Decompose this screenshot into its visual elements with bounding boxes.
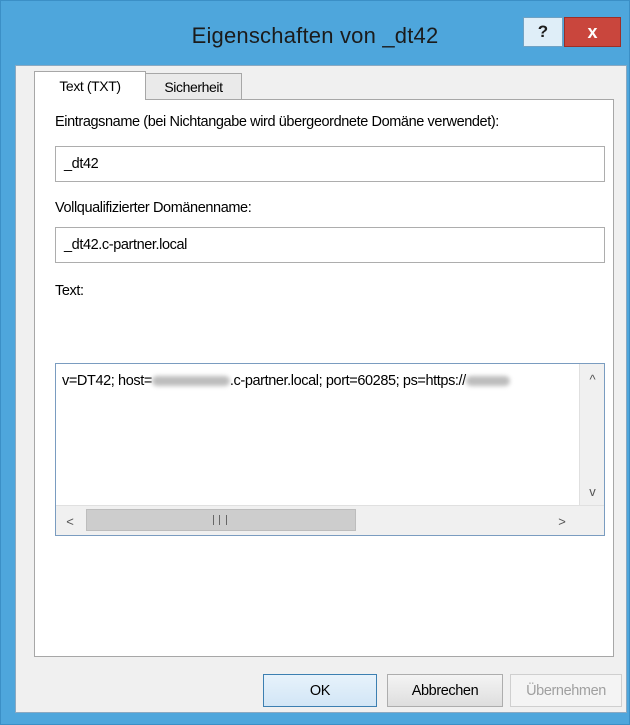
entry-name-input[interactable]: _dt42 xyxy=(55,146,605,182)
dialog-client-area: Text (TXT) Sicherheit Eintragsname (bei … xyxy=(15,65,627,713)
tab-text-txt[interactable]: Text (TXT) xyxy=(34,71,146,100)
tab-label: Text (TXT) xyxy=(59,78,121,94)
ok-button[interactable]: OK xyxy=(263,674,377,707)
entry-name-label: Eintragsname (bei Nichtangabe wird überg… xyxy=(55,114,499,130)
help-button[interactable]: ? xyxy=(523,17,563,47)
text-value-rest: .c-partner.local; port=60285; ps=https:/… xyxy=(229,373,466,389)
grip-icon xyxy=(213,515,227,525)
help-icon: ? xyxy=(537,22,549,41)
text-value-start: v=DT42; host= xyxy=(62,373,152,389)
fqdn-label: Vollqualifizierter Domänenname: xyxy=(55,200,252,216)
fqdn-input[interactable]: _dt42.c-partner.local xyxy=(55,227,605,263)
horizontal-scrollbar[interactable]: < > xyxy=(56,505,604,535)
redacted-hostname xyxy=(151,376,230,387)
close-icon: x xyxy=(587,21,598,42)
tab-panel: Eintragsname (bei Nichtangabe wird überg… xyxy=(34,99,614,657)
title-bar[interactable]: Eigenschaften von _dt42 ? x xyxy=(1,1,629,63)
text-textarea[interactable]: v=DT42; host= .c-partner.local; port=6028… xyxy=(55,363,605,536)
scroll-down-icon[interactable]: v xyxy=(580,482,604,500)
apply-button[interactable]: Übernehmen xyxy=(510,674,622,707)
scroll-up-icon[interactable]: ^ xyxy=(580,370,604,388)
text-value: v=DT42; host= .c-partner.local; port=6028… xyxy=(62,373,510,389)
scroll-left-icon[interactable]: < xyxy=(60,510,80,532)
text-label: Text: xyxy=(55,283,84,299)
redacted-url xyxy=(465,376,510,387)
close-button[interactable]: x xyxy=(564,17,621,47)
tab-security[interactable]: Sicherheit xyxy=(146,73,242,100)
horizontal-scroll-thumb[interactable] xyxy=(86,509,356,531)
tab-label: Sicherheit xyxy=(164,79,223,95)
cancel-button[interactable]: Abbrechen xyxy=(387,674,503,707)
properties-dialog: Eigenschaften von _dt42 ? x Text (TXT) S… xyxy=(0,0,630,725)
scroll-right-icon[interactable]: > xyxy=(552,510,572,532)
vertical-scrollbar[interactable]: ^ v xyxy=(579,364,604,506)
